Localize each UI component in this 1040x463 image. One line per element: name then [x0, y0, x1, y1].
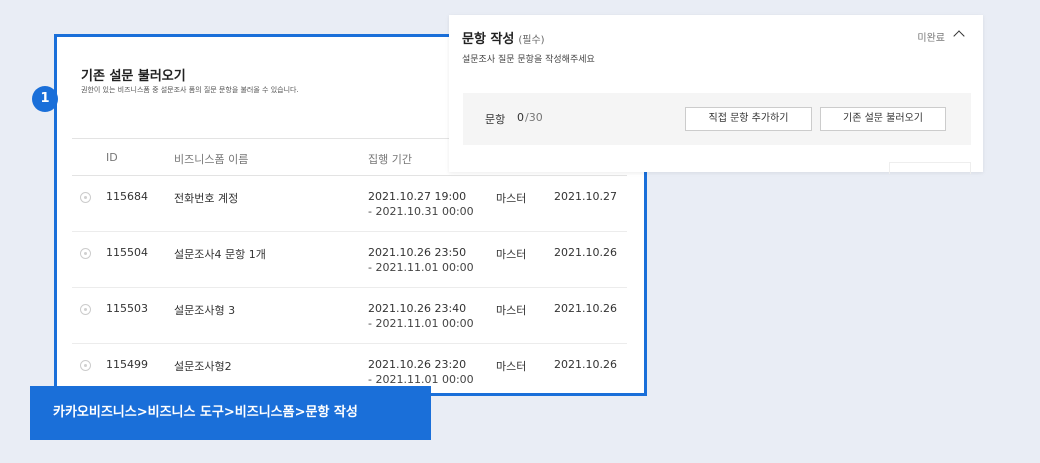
navigation-caption: 카카오비즈니스>비즈니스 도구>비즈니스폼>문항 작성 [30, 386, 431, 440]
question-panel-title-text: 문항 작성 [462, 32, 515, 47]
row-period-start: 2021.10.27 19:00 [368, 190, 467, 203]
row-name: 설문조사형2 [174, 360, 232, 373]
completion-status[interactable]: 미완료 [917, 29, 945, 44]
row-period-end: - 2021.10.31 00:00 [368, 205, 474, 218]
row-id: 115499 [106, 358, 148, 371]
row-owner: 마스터 [496, 304, 527, 317]
load-panel-title: 기존 설문 불러오기 [81, 69, 186, 84]
chevron-up-icon[interactable] [953, 30, 965, 42]
table-row[interactable]: 115503 설문조사형 3 2021.10.26 23:40 - 2021.1… [72, 288, 627, 344]
row-date: 2021.10.26 [554, 358, 617, 371]
question-toolbar: 문항 0 /30 직접 문항 추가하기 기존 설문 불러오기 [463, 93, 971, 145]
row-period-end: - 2021.11.01 00:00 [368, 373, 474, 386]
row-date: 2021.10.27 [554, 190, 617, 203]
load-panel-description: 권한이 있는 비즈니스폼 중 설문조사 폼의 질문 문항을 불러올 수 있습니다… [81, 86, 299, 94]
row-owner: 마스터 [496, 360, 527, 373]
row-period-end: - 2021.11.01 00:00 [368, 261, 474, 274]
question-count-max: /30 [525, 111, 543, 124]
row-name: 설문조사4 문항 1개 [174, 248, 266, 261]
row-owner: 마스터 [496, 248, 527, 261]
row-radio-button[interactable] [80, 304, 91, 315]
row-period-start: 2021.10.26 23:20 [368, 358, 467, 371]
row-period-end: - 2021.11.01 00:00 [368, 317, 474, 330]
row-name: 설문조사형 3 [174, 304, 236, 317]
row-period-start: 2021.10.26 23:50 [368, 246, 467, 259]
row-id: 115503 [106, 302, 148, 315]
row-period-start: 2021.10.26 23:40 [368, 302, 467, 315]
row-id: 115684 [106, 190, 148, 203]
row-name: 전화번호 계정 [174, 192, 239, 205]
question-count-value: 0 [517, 111, 524, 124]
question-panel-description: 설문조사 질문 문항을 작성해주세요 [462, 55, 595, 65]
row-radio-button[interactable] [80, 248, 91, 259]
row-date: 2021.10.26 [554, 302, 617, 315]
row-owner: 마스터 [496, 192, 527, 205]
table-row[interactable]: 115504 설문조사4 문항 1개 2021.10.26 23:50 - 20… [72, 232, 627, 288]
row-date: 2021.10.26 [554, 246, 617, 259]
required-label: (필수) [518, 35, 545, 46]
business-form-table: ID 비즈니스폼 이름 집행 기간 115684 전화번호 계정 2021.10… [72, 138, 627, 393]
row-radio-button[interactable] [80, 192, 91, 203]
question-panel-title: 문항 작성 (필수) [462, 28, 545, 47]
table-row[interactable]: 115684 전화번호 계정 2021.10.27 19:00 - 2021.1… [72, 176, 627, 232]
hidden-control-edge [889, 162, 971, 174]
row-radio-button[interactable] [80, 360, 91, 371]
add-question-directly-button[interactable]: 직접 문항 추가하기 [685, 107, 812, 131]
question-write-panel: 문항 작성 (필수) 설문조사 질문 문항을 작성해주세요 미완료 문항 0 /3… [449, 15, 983, 174]
load-existing-survey-button[interactable]: 기존 설문 불러오기 [820, 107, 946, 131]
question-count-label: 문항 [485, 113, 506, 126]
column-id: ID [106, 151, 118, 164]
row-id: 115504 [106, 246, 148, 259]
column-period: 집행 기간 [368, 153, 412, 166]
column-name: 비즈니스폼 이름 [174, 153, 249, 166]
step-number-badge: 1 [32, 86, 58, 112]
